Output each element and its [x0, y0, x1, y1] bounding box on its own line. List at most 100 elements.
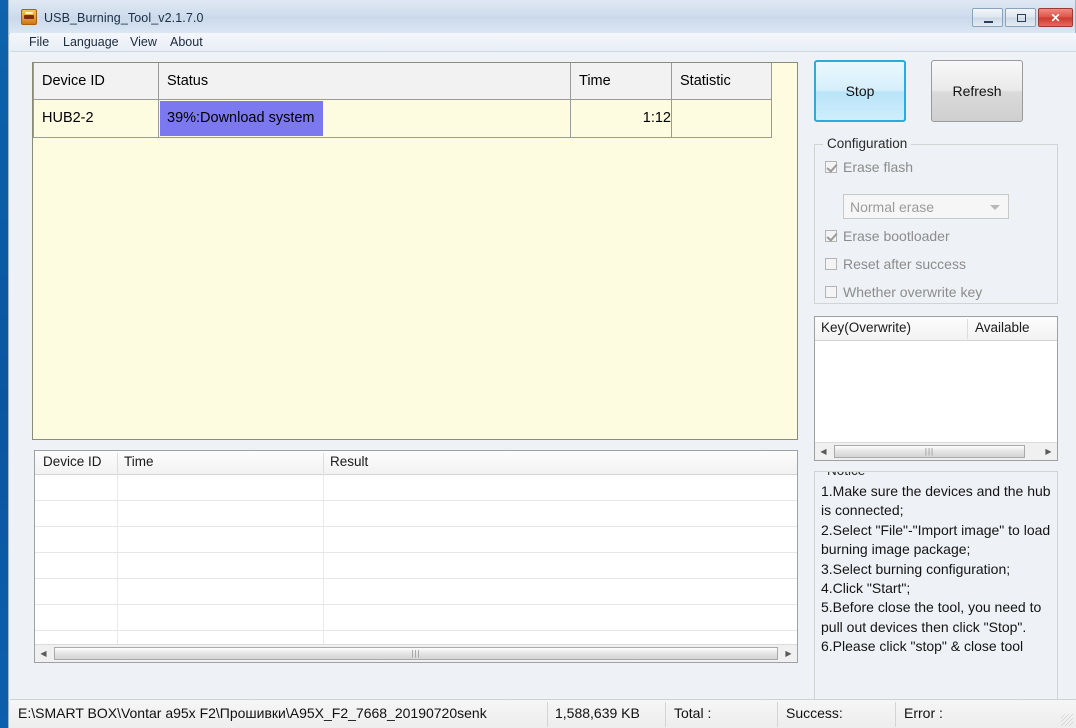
menu-item-file[interactable]: File: [24, 35, 54, 50]
result-row-divider-2: [323, 579, 324, 604]
checkbox-whether-overwrite-key[interactable]: Whether overwrite key: [825, 284, 982, 300]
checkbox-icon-reset-after-success: [825, 258, 837, 270]
table-row[interactable]: [35, 475, 797, 501]
scroll-right-arrow-icon[interactable]: ▶: [780, 645, 797, 662]
client-area: Device ID Status Time Statistic HUB2-2 3…: [10, 52, 1076, 727]
checkbox-erase-bootloader[interactable]: Erase bootloader: [825, 228, 950, 244]
result-rows: [35, 475, 797, 657]
checkbox-icon-erase-bootloader: [825, 230, 837, 242]
result-horizontal-scrollbar[interactable]: ◀ ▶ |||: [35, 644, 797, 662]
title-bar: USB_Burning_Tool_v2.1.7.0 ✕: [9, 0, 1075, 34]
resize-grip-icon[interactable]: [1061, 714, 1073, 726]
checkbox-label-erase-bootloader: Erase bootloader: [843, 228, 950, 244]
key-col-available[interactable]: Available: [975, 320, 1030, 335]
result-row-divider-2: [323, 553, 324, 578]
key-header-divider[interactable]: [967, 319, 968, 339]
result-row-divider-2: [323, 527, 324, 552]
result-row-divider-1: [117, 553, 118, 578]
device-col-status[interactable]: Status: [158, 63, 571, 100]
result-row-divider-1: [117, 501, 118, 526]
notice-group: Notice 1.Make sure the devices and the h…: [814, 471, 1058, 703]
close-button[interactable]: ✕: [1038, 8, 1073, 27]
status-bar: E:\SMART BOX\Vontar a95x F2\Прошивки\A95…: [10, 699, 1076, 728]
result-col-time[interactable]: Time: [124, 454, 154, 469]
result-row-divider-1: [117, 605, 118, 630]
checkbox-label-whether-overwrite-key: Whether overwrite key: [843, 284, 983, 300]
status-image-size: 1,588,639 KB: [555, 705, 640, 721]
close-icon: ✕: [1050, 10, 1061, 25]
minimize-icon: [984, 21, 993, 23]
status-total: Total :: [674, 705, 712, 721]
scroll-thumb[interactable]: |||: [54, 647, 778, 660]
device-cell-statistic: [671, 99, 772, 138]
key-scroll-thumb[interactable]: |||: [834, 445, 1025, 458]
maximize-icon: [1017, 14, 1026, 22]
result-table-header-row: Device ID Time Result: [35, 451, 797, 475]
table-row[interactable]: [35, 527, 797, 553]
checkbox-label-reset-after-success: Reset after success: [843, 256, 966, 272]
result-col-result[interactable]: Result: [330, 454, 368, 469]
checkbox-icon-whether-overwrite-key: [825, 286, 837, 298]
device-col-time[interactable]: Time: [570, 63, 672, 100]
status-divider-3: [777, 702, 778, 727]
result-row-divider-1: [117, 579, 118, 604]
checkbox-erase-flash[interactable]: Erase flash: [825, 159, 913, 175]
progress-bar: 39%:Download system: [160, 100, 569, 136]
key-list-panel[interactable]: Key(Overwrite) Available ◀ ▶ |||: [814, 316, 1058, 461]
notice-text: 1.Make sure the devices and the hub is c…: [821, 483, 1051, 655]
key-scroll-left-arrow-icon[interactable]: ◀: [815, 443, 832, 460]
checkbox-reset-after-success[interactable]: Reset after success: [825, 256, 966, 272]
table-row[interactable]: HUB2-2 39%:Download system 1:12: [33, 99, 772, 138]
result-row-divider-1: [117, 475, 118, 500]
table-row[interactable]: [35, 501, 797, 527]
result-header-divider-1[interactable]: [117, 453, 118, 473]
status-image-path: E:\SMART BOX\Vontar a95x F2\Прошивки\A95…: [18, 705, 487, 721]
menu-item-view[interactable]: View: [125, 35, 162, 50]
refresh-button[interactable]: Refresh: [931, 60, 1023, 122]
result-header-divider-2[interactable]: [323, 453, 324, 473]
table-row[interactable]: [35, 553, 797, 579]
key-table-header-row: Key(Overwrite) Available: [815, 317, 1057, 341]
checkbox-label-erase-flash: Erase flash: [843, 159, 914, 175]
result-list-panel[interactable]: Device ID Time Result ◀ ▶ |||: [34, 450, 798, 663]
device-col-device-id[interactable]: Device ID: [33, 63, 159, 100]
status-divider-2: [665, 702, 666, 727]
device-cell-status: 39%:Download system: [158, 99, 571, 138]
status-error: Error :: [904, 705, 943, 721]
erase-mode-value: Normal erase: [850, 198, 935, 215]
stop-button[interactable]: Stop: [814, 60, 906, 122]
erase-mode-select[interactable]: Normal erase: [843, 194, 1009, 219]
device-cell-device-id: HUB2-2: [33, 99, 159, 138]
result-row-divider-2: [323, 605, 324, 630]
device-cell-time: 1:12: [570, 99, 672, 138]
right-panel: Stop Refresh Configuration Erase flash N…: [810, 56, 1062, 716]
device-table: Device ID Status Time Statistic HUB2-2 3…: [33, 63, 772, 138]
status-divider-1: [547, 702, 548, 727]
progress-bar-label: 39%:Download system: [167, 110, 315, 126]
result-row-divider-1: [117, 527, 118, 552]
device-list-panel[interactable]: Device ID Status Time Statistic HUB2-2 3…: [32, 62, 798, 440]
minimize-button[interactable]: [972, 8, 1003, 27]
menu-item-about[interactable]: About: [165, 35, 208, 50]
device-col-statistic[interactable]: Statistic: [671, 63, 772, 100]
app-icon: [21, 9, 37, 25]
status-divider-4: [895, 702, 896, 727]
result-row-divider-2: [323, 501, 324, 526]
key-col-key-overwrite[interactable]: Key(Overwrite): [821, 320, 911, 335]
notice-title: Notice: [823, 472, 870, 478]
menu-item-language[interactable]: Language: [58, 35, 124, 50]
configuration-group: Configuration Erase flash Normal erase E…: [814, 136, 1058, 304]
table-row[interactable]: [35, 579, 797, 605]
result-col-device-id[interactable]: Device ID: [43, 454, 102, 469]
checkbox-icon-erase-flash: [825, 161, 837, 173]
table-row[interactable]: [35, 605, 797, 631]
chevron-down-icon: [990, 204, 1000, 210]
result-row-divider-2: [323, 475, 324, 500]
menu-bar: File Language View About: [10, 33, 1076, 52]
window-title: USB_Burning_Tool_v2.1.7.0: [44, 11, 204, 25]
key-horizontal-scrollbar[interactable]: ◀ ▶ |||: [815, 442, 1057, 460]
scroll-left-arrow-icon[interactable]: ◀: [35, 645, 52, 662]
key-scroll-right-arrow-icon[interactable]: ▶: [1040, 443, 1057, 460]
maximize-button[interactable]: [1005, 8, 1036, 27]
configuration-title: Configuration: [823, 136, 912, 151]
